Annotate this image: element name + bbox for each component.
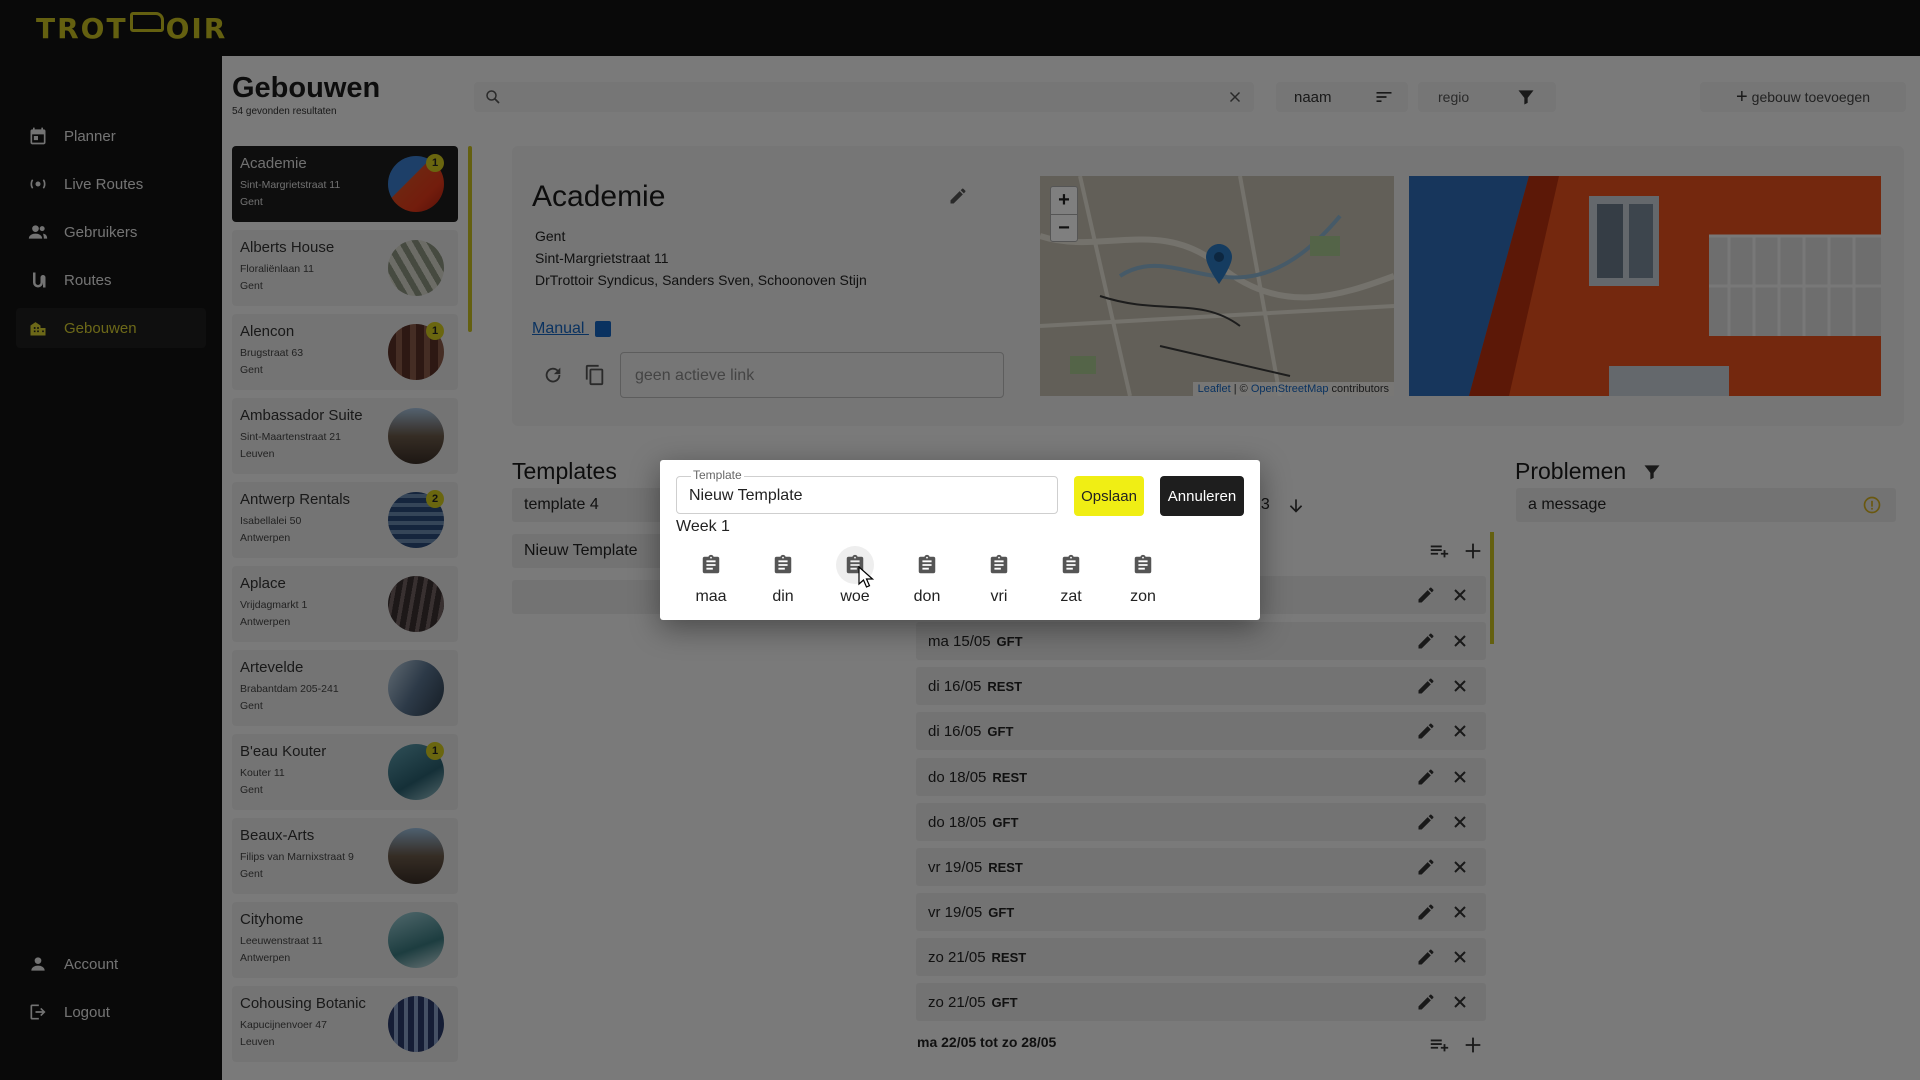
clipboard-icon[interactable] [908,546,946,584]
cancel-button[interactable]: Annuleren [1160,476,1244,516]
day-din[interactable]: din [758,546,808,606]
clipboard-icon[interactable] [1124,546,1162,584]
day-zon[interactable]: zon [1118,546,1168,606]
clipboard-icon[interactable] [764,546,802,584]
save-button[interactable]: Opslaan [1074,476,1144,516]
clipboard-icon[interactable] [1052,546,1090,584]
template-name-input[interactable] [689,487,1049,505]
new-template-dialog: Template Opslaan Annuleren Week 1 maa di… [660,460,1260,620]
template-name-field[interactable]: Template [676,468,1058,514]
day-don[interactable]: don [902,546,952,606]
week-label: Week 1 [676,518,730,535]
clipboard-icon[interactable] [692,546,730,584]
day-maa[interactable]: maa [686,546,736,606]
day-vri[interactable]: vri [974,546,1024,606]
mouse-cursor-icon [858,566,874,588]
clipboard-icon[interactable] [980,546,1018,584]
day-zat[interactable]: zat [1046,546,1096,606]
